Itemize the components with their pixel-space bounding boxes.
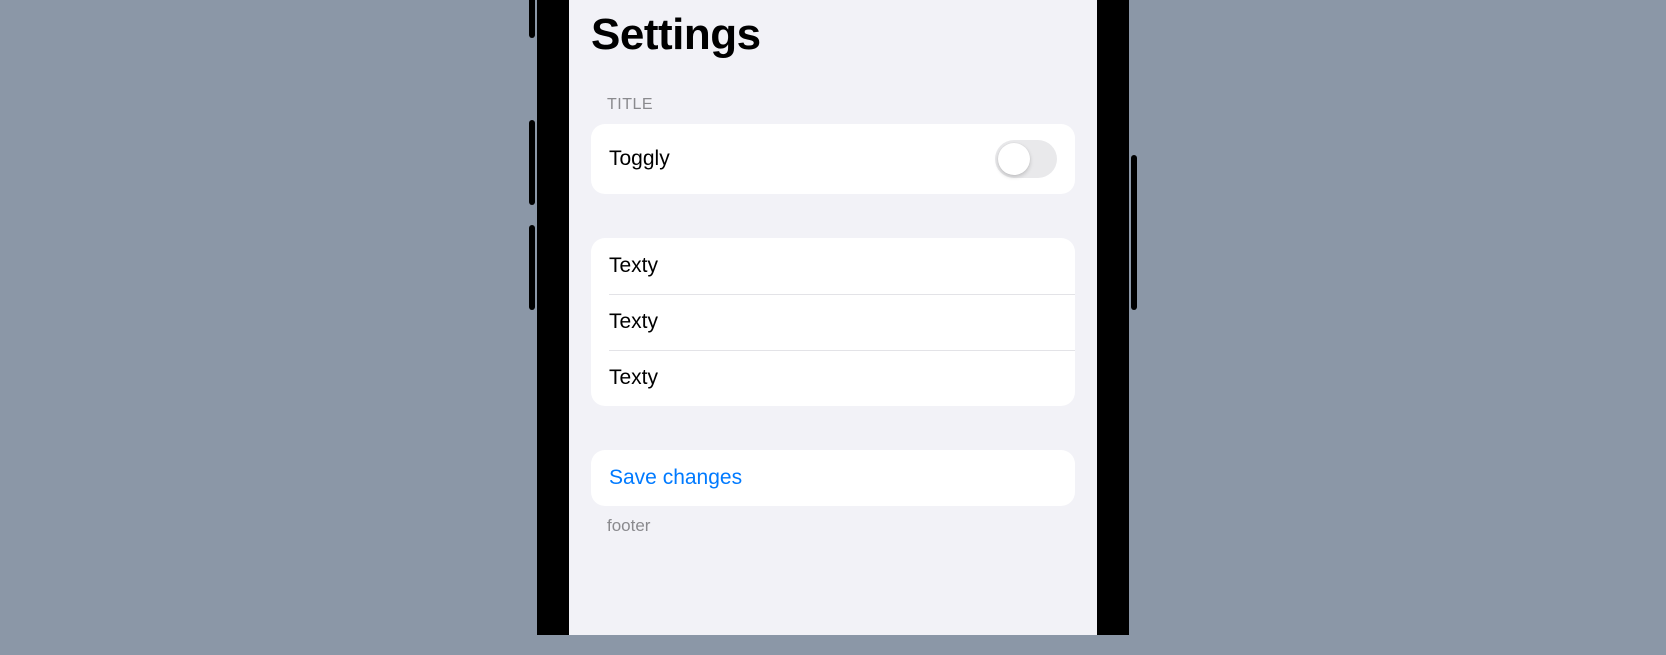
list-item[interactable]: Texty	[591, 238, 1075, 294]
toggle-row-label: Toggly	[609, 147, 670, 171]
list-item[interactable]: Texty	[591, 294, 1075, 350]
toggle-knob	[998, 143, 1030, 175]
device-frame: Settings TITLE Toggly Texty	[523, 0, 1143, 635]
section-toggle: TITLE Toggly	[569, 96, 1097, 194]
list-item[interactable]: Texty	[591, 350, 1075, 406]
device-volume-down-button	[529, 225, 535, 310]
section-action: Save changes footer	[569, 450, 1097, 536]
device-power-button	[1131, 155, 1137, 310]
device-body: Settings TITLE Toggly Texty	[537, 0, 1129, 635]
toggle-switch[interactable]	[995, 140, 1057, 178]
section-toggle-card: Toggly	[591, 124, 1075, 194]
page-title: Settings	[569, 0, 1097, 60]
toggle-row[interactable]: Toggly	[591, 124, 1075, 194]
section-header: TITLE	[591, 96, 1075, 124]
list-item-label: Texty	[609, 366, 658, 390]
section-list-card: Texty Texty Texty	[591, 238, 1075, 406]
device-volume-up-button	[529, 120, 535, 205]
device-side-button	[529, 0, 535, 38]
section-list: Texty Texty Texty	[569, 238, 1097, 406]
section-footer: footer	[591, 506, 1075, 536]
settings-screen: Settings TITLE Toggly Texty	[569, 0, 1097, 635]
list-item-label: Texty	[609, 310, 658, 334]
list-item-label: Texty	[609, 254, 658, 278]
section-action-card: Save changes	[591, 450, 1075, 506]
save-changes-button[interactable]: Save changes	[591, 450, 1075, 506]
save-changes-label: Save changes	[609, 466, 742, 490]
